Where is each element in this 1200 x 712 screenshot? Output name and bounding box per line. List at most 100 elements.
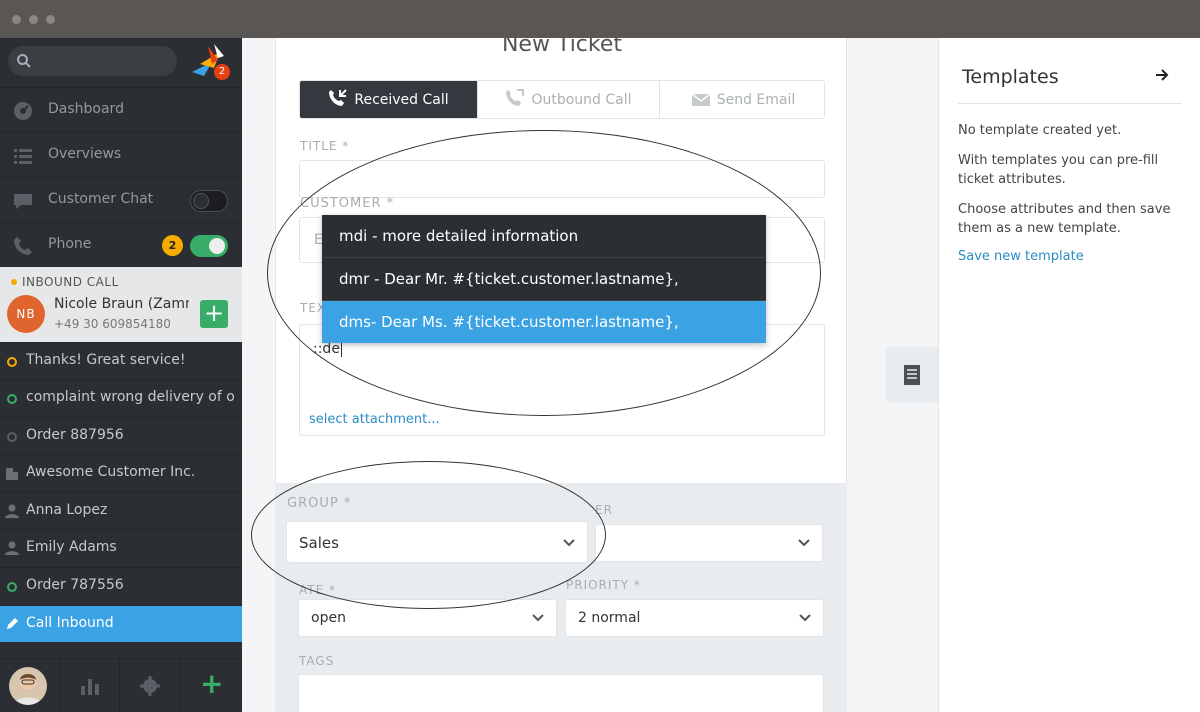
new-button[interactable]: +	[180, 659, 240, 712]
tab-label: Outbound Call	[531, 92, 632, 108]
status-icon	[7, 357, 17, 367]
nav-overviews[interactable]: Overviews	[0, 132, 242, 177]
task-label: Order 887956	[26, 427, 124, 443]
task-label: Anna Lopez	[26, 502, 108, 518]
status-icon	[7, 432, 17, 442]
user-avatar[interactable]	[9, 667, 47, 705]
user-photo-icon	[14, 674, 42, 705]
chat-icon	[14, 194, 32, 209]
reports-button[interactable]	[60, 659, 120, 712]
caller-name[interactable]: Nicole Braun (Zamm...	[54, 296, 189, 312]
group-label: GROUP *	[287, 496, 352, 511]
task-label: Call Inbound	[26, 615, 114, 631]
templates-instructions: Choose attributes and then save them as …	[958, 202, 1171, 236]
customer-chat-toggle[interactable]	[190, 190, 228, 212]
owner-label: ER	[595, 503, 613, 517]
templates-empty-text: No template created yet.	[958, 123, 1122, 138]
templates-description: With templates you can pre-fill ticket a…	[958, 153, 1159, 187]
priority-value: 2 normal	[578, 610, 641, 626]
add-ticket-button[interactable]: +	[200, 300, 228, 328]
window-minimize-button[interactable]	[29, 15, 38, 24]
save-new-template-link[interactable]: Save new template	[958, 249, 1084, 264]
settings-button[interactable]	[120, 659, 180, 712]
chevron-down-icon	[532, 614, 544, 622]
tab-label: Send Email	[716, 92, 796, 108]
nav-label: Overviews	[48, 146, 122, 162]
owner-select[interactable]	[595, 524, 823, 562]
phone-icon	[14, 237, 32, 255]
bar-chart-icon	[81, 679, 99, 695]
templates-title: Templates	[962, 66, 1059, 88]
tab-send-email[interactable]: Send Email	[660, 81, 824, 118]
search-icon	[17, 54, 31, 68]
task-item[interactable]: Order 787556	[0, 567, 242, 604]
task-item-active[interactable]: Call Inbound	[0, 605, 242, 642]
gear-icon	[140, 676, 160, 696]
sidebar: 2 Dashboard Overviews Customer Chat Phon…	[0, 38, 242, 712]
nav-label: Customer Chat	[48, 191, 154, 207]
avatar[interactable]: NB	[7, 295, 45, 333]
sidebar-toggle-button[interactable]	[886, 347, 938, 403]
task-item[interactable]: complaint wrong delivery of ord...	[0, 379, 242, 416]
ticket-attributes-panel: GROUP * Sales ER ATE * open PRIORITY * 2…	[275, 483, 847, 712]
user-menu[interactable]	[0, 659, 60, 712]
window-close-button[interactable]	[12, 15, 21, 24]
nav-customer-chat[interactable]: Customer Chat	[0, 177, 242, 222]
window-titlebar	[0, 0, 1200, 38]
tab-outbound-call[interactable]: Outbound Call	[478, 81, 660, 118]
document-icon	[904, 365, 920, 385]
task-item[interactable]: Order 887956	[0, 417, 242, 454]
received-call-icon	[329, 89, 348, 106]
title-label: TITLE *	[300, 139, 350, 153]
notification-badge: 2	[214, 64, 230, 80]
title-field[interactable]	[299, 160, 825, 198]
autocomplete-item[interactable]: mdi - more detailed information	[322, 215, 766, 258]
main-content: New Ticket Received Call Outbound Call S…	[242, 38, 938, 712]
customer-label: CUSTOMER *	[300, 196, 395, 211]
task-label: Order 787556	[26, 577, 124, 593]
status-icon	[7, 394, 17, 404]
chevron-down-icon	[799, 614, 811, 622]
task-item[interactable]: Thanks! Great service!	[0, 342, 242, 379]
tab-received-call[interactable]: Received Call	[300, 81, 478, 118]
page-title: New Ticket	[501, 38, 623, 57]
window-maximize-button[interactable]	[46, 15, 55, 24]
autocomplete-item[interactable]: dmr - Dear Mr. #{ticket.customer.lastnam…	[322, 258, 766, 301]
priority-label: PRIORITY *	[566, 578, 641, 592]
inbound-call-title: INBOUND CALL	[22, 275, 119, 289]
task-item[interactable]: Awesome Customer Inc.	[0, 454, 242, 491]
sidebar-footer: +	[0, 658, 242, 712]
text-editor-value: ::de	[313, 341, 342, 357]
search-input[interactable]	[8, 46, 177, 76]
chevron-down-icon	[563, 539, 575, 547]
phone-toggle[interactable]	[190, 235, 228, 257]
task-label: Emily Adams	[26, 539, 117, 555]
text-module-autocomplete: mdi - more detailed information dmr - De…	[322, 215, 766, 343]
state-label: ATE *	[299, 583, 337, 597]
templates-panel: Templates No template created yet. With …	[938, 38, 1200, 712]
task-label: Awesome Customer Inc.	[26, 464, 196, 480]
organization-icon	[6, 468, 18, 480]
group-select[interactable]: Sales	[286, 521, 588, 563]
phone-count-badge: 2	[162, 235, 183, 256]
arrow-right-icon[interactable]	[1155, 68, 1169, 82]
state-select[interactable]: open	[298, 599, 557, 637]
nav-phone[interactable]: Phone 2	[0, 222, 242, 267]
status-icon	[7, 582, 17, 592]
autocomplete-item-highlighted[interactable]: dms- Dear Ms. #{ticket.customer.lastname…	[322, 301, 766, 343]
tags-field[interactable]	[298, 674, 824, 712]
ticket-type-tabs: Received Call Outbound Call Send Email	[299, 80, 825, 119]
priority-select[interactable]: 2 normal	[565, 599, 824, 637]
select-attachment-link[interactable]: select attachment...	[309, 412, 440, 427]
task-label: complaint wrong delivery of ord...	[26, 389, 236, 405]
inbound-call-panel[interactable]: INBOUND CALL NB Nicole Braun (Zamm... +4…	[0, 267, 242, 342]
task-item[interactable]: Emily Adams	[0, 529, 242, 566]
nav-dashboard[interactable]: Dashboard	[0, 87, 242, 132]
divider	[958, 103, 1182, 104]
pencil-icon	[7, 618, 18, 629]
chevron-down-icon	[798, 539, 810, 547]
tags-label: TAGS	[299, 654, 335, 668]
plus-icon: +	[200, 667, 224, 700]
task-item[interactable]: Anna Lopez	[0, 492, 242, 529]
caller-number: +49 30 609854180	[54, 317, 171, 331]
